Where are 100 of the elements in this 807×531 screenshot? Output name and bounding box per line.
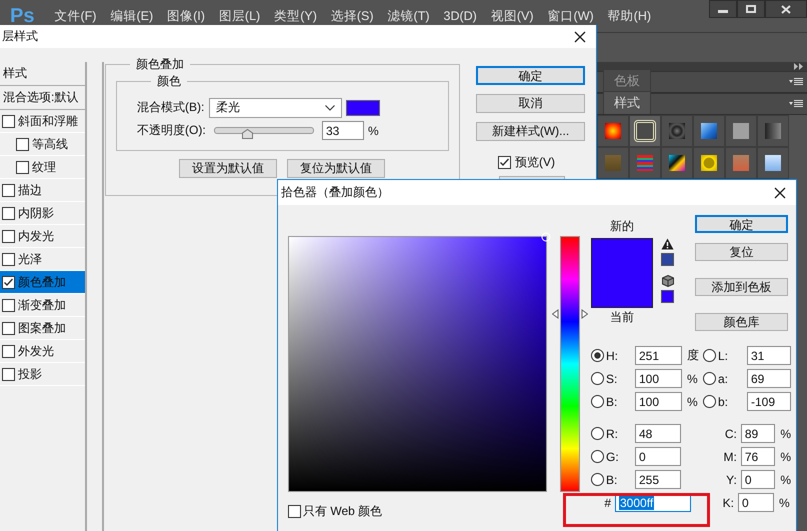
value-input[interactable]: 69 bbox=[746, 369, 791, 388]
hue-slider[interactable] bbox=[560, 236, 580, 492]
menu-item[interactable]: 图层(L) bbox=[218, 8, 260, 24]
radio-button[interactable] bbox=[702, 349, 716, 362]
value-input[interactable]: 0 bbox=[635, 447, 681, 466]
color-marker[interactable] bbox=[541, 232, 551, 242]
checkbox[interactable] bbox=[2, 344, 15, 358]
close-icon[interactable] bbox=[574, 30, 586, 42]
web-safe-swatch[interactable] bbox=[661, 290, 674, 303]
checkbox[interactable] bbox=[2, 230, 15, 242]
style-swatch[interactable] bbox=[661, 115, 693, 147]
dialog-button[interactable]: 取消 bbox=[476, 94, 585, 113]
default-button[interactable]: 设置为默认值 bbox=[179, 159, 277, 178]
style-swatch[interactable] bbox=[725, 147, 757, 179]
checkbox[interactable] bbox=[2, 298, 15, 312]
effect-item[interactable]: 内发光 bbox=[0, 225, 85, 248]
panel-menu-icon[interactable] bbox=[789, 78, 803, 86]
hue-slider-arrows[interactable] bbox=[552, 308, 588, 318]
value-input[interactable]: 251 bbox=[635, 346, 682, 365]
close-button[interactable] bbox=[765, 0, 807, 18]
menu-item[interactable]: 帮助(H) bbox=[608, 8, 652, 24]
effect-item[interactable]: 描边 bbox=[0, 179, 85, 202]
radio-button[interactable] bbox=[702, 395, 716, 408]
menu-item[interactable]: 滤镜(T) bbox=[388, 8, 430, 24]
menu-item[interactable]: 视图(V) bbox=[490, 8, 534, 24]
radio-button[interactable] bbox=[591, 372, 604, 385]
style-swatch[interactable] bbox=[757, 147, 789, 179]
effect-item[interactable]: 投影 bbox=[0, 363, 85, 386]
style-swatch[interactable] bbox=[661, 147, 693, 179]
style-swatch[interactable] bbox=[629, 115, 661, 147]
menu-item[interactable]: 窗口(W) bbox=[548, 8, 594, 24]
effect-item[interactable]: 颜色叠加 bbox=[0, 271, 85, 294]
style-swatch[interactable] bbox=[693, 147, 725, 179]
checkbox[interactable] bbox=[2, 276, 15, 288]
default-button[interactable]: 复位为默认值 bbox=[287, 159, 385, 178]
value-input[interactable]: 0 bbox=[738, 493, 774, 512]
style-swatch[interactable] bbox=[597, 115, 629, 147]
blend-mode-dropdown[interactable]: 柔光 bbox=[209, 98, 342, 118]
value-input[interactable]: 100 bbox=[635, 392, 682, 411]
dialog-button[interactable]: 复位 bbox=[695, 243, 788, 261]
checkbox[interactable] bbox=[16, 138, 29, 150]
checkbox[interactable] bbox=[2, 368, 15, 380]
checkbox[interactable] bbox=[2, 252, 15, 266]
value-input[interactable]: 0 bbox=[740, 470, 776, 489]
style-swatch[interactable] bbox=[725, 115, 757, 147]
maximize-button[interactable] bbox=[737, 0, 765, 18]
checkbox[interactable] bbox=[2, 206, 15, 220]
checkbox[interactable] bbox=[2, 114, 15, 128]
gamut-swatch[interactable] bbox=[661, 253, 674, 266]
effect-item[interactable]: 图案叠加 bbox=[0, 317, 85, 340]
close-icon[interactable] bbox=[774, 186, 786, 198]
menu-item[interactable]: 图像(I) bbox=[167, 8, 205, 24]
opacity-input[interactable]: 33 bbox=[322, 121, 364, 140]
radio-button[interactable] bbox=[591, 395, 604, 408]
dialog-button[interactable]: 颜色库 bbox=[695, 313, 788, 331]
radio-button[interactable] bbox=[591, 349, 604, 362]
checkbox[interactable] bbox=[2, 184, 15, 196]
warning-icon[interactable] bbox=[661, 238, 674, 250]
radio-button[interactable] bbox=[591, 427, 604, 440]
menu-item[interactable]: 文件(F) bbox=[54, 8, 96, 24]
value-input[interactable]: 255 bbox=[635, 470, 681, 489]
color-swatch[interactable] bbox=[346, 100, 380, 116]
radio-button[interactable] bbox=[591, 450, 604, 463]
style-swatch[interactable] bbox=[597, 147, 629, 179]
dialog-button[interactable]: 新建样式(W)... bbox=[476, 122, 585, 141]
checkbox[interactable] bbox=[16, 160, 29, 174]
effect-item[interactable]: 渐变叠加 bbox=[0, 294, 85, 317]
dialog-button[interactable]: 添加到色板 bbox=[695, 278, 788, 296]
effect-item[interactable]: 外发光 bbox=[0, 340, 85, 363]
effect-item[interactable]: 等高线 bbox=[0, 133, 85, 156]
menu-item[interactable]: 3D(D) bbox=[444, 9, 477, 23]
menu-item[interactable]: 选择(S) bbox=[330, 8, 374, 24]
panel-tab[interactable]: 样式 bbox=[603, 91, 651, 114]
panel-menu-icon[interactable] bbox=[789, 100, 803, 108]
effect-item[interactable]: 斜面和浮雕 bbox=[0, 110, 85, 133]
minimize-button[interactable] bbox=[709, 0, 737, 18]
slider-thumb[interactable] bbox=[242, 129, 254, 139]
style-swatch[interactable] bbox=[629, 147, 661, 179]
dialog-button[interactable]: 确定 bbox=[476, 66, 585, 85]
list-item[interactable]: 混合选项:默认 bbox=[3, 89, 78, 106]
effect-item[interactable]: 纹理 bbox=[0, 156, 85, 179]
checkbox[interactable] bbox=[498, 156, 511, 169]
effect-item[interactable]: 内阴影 bbox=[0, 202, 85, 225]
unit-label: % bbox=[368, 124, 379, 138]
checkbox[interactable] bbox=[2, 322, 15, 334]
value-input[interactable]: -109 bbox=[746, 392, 791, 411]
value-input[interactable]: 48 bbox=[635, 424, 681, 443]
value-input[interactable]: 31 bbox=[746, 346, 791, 365]
cube-icon[interactable] bbox=[662, 275, 674, 287]
value-input[interactable]: 100 bbox=[635, 369, 682, 388]
value-input[interactable]: 89 bbox=[740, 424, 776, 443]
value-input[interactable]: 76 bbox=[740, 447, 776, 466]
radio-button[interactable] bbox=[591, 473, 604, 486]
checkbox[interactable] bbox=[288, 505, 301, 518]
menu-item[interactable]: 类型(Y) bbox=[274, 8, 317, 24]
style-swatch[interactable] bbox=[693, 115, 725, 147]
style-swatch[interactable] bbox=[757, 115, 789, 147]
menu-item[interactable]: 编辑(E) bbox=[110, 8, 154, 24]
dialog-button[interactable]: 确定 bbox=[695, 215, 788, 233]
radio-button[interactable] bbox=[702, 372, 716, 385]
